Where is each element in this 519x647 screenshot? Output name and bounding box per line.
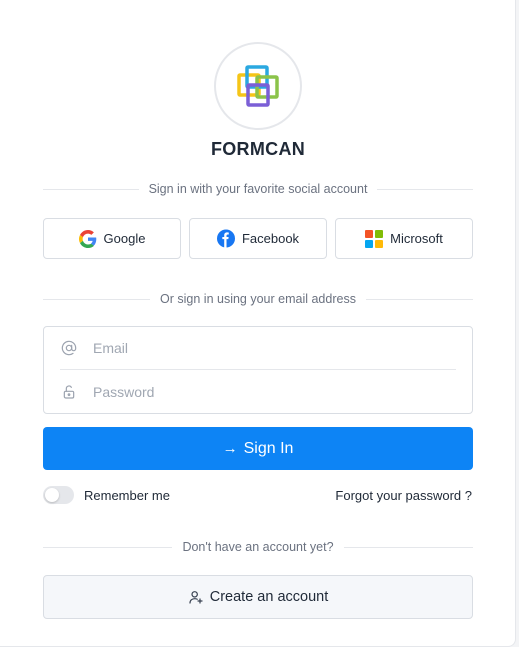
facebook-label: Facebook	[241, 231, 300, 246]
logo-badge	[214, 42, 302, 130]
google-button[interactable]: Google	[43, 218, 181, 259]
social-divider-text: Sign in with your favorite social accoun…	[148, 182, 368, 196]
create-account-label: Create an account	[209, 589, 329, 605]
lock-icon	[60, 383, 78, 401]
microsoft-label: Microsoft	[390, 231, 443, 246]
facebook-button[interactable]: Facebook	[189, 218, 327, 259]
remember-me-label: Remember me	[84, 487, 170, 503]
signup-divider: Don't have an account yet?	[43, 540, 474, 554]
remember-me-toggle[interactable]	[43, 486, 74, 504]
password-row	[60, 370, 456, 413]
sign-in-label: Sign In	[243, 439, 294, 457]
microsoft-button[interactable]: Microsoft	[335, 218, 473, 259]
email-row	[60, 327, 456, 370]
social-divider: Sign in with your favorite social accoun…	[43, 182, 473, 196]
arrow-right-icon: →	[222, 440, 238, 457]
google-label: Google	[103, 231, 146, 246]
email-field[interactable]	[93, 340, 413, 356]
password-field[interactable]	[93, 383, 413, 400]
microsoft-icon	[365, 229, 384, 248]
email-divider-text: Or sign in using your email address	[160, 292, 356, 306]
brand-name: FORMCAN	[210, 139, 306, 159]
login-card: FORMCAN Sign in with your favorite socia…	[0, 0, 516, 647]
facebook-icon	[216, 229, 235, 248]
sign-in-button[interactable]: → Sign In	[43, 427, 473, 470]
google-icon	[78, 229, 97, 248]
credentials-fields	[43, 326, 473, 414]
remember-me: Remember me	[43, 486, 170, 504]
forgot-password-link[interactable]: Forgot your password ?	[335, 488, 472, 503]
formcan-logo-icon	[237, 65, 279, 107]
create-account-button[interactable]: Create an account	[43, 575, 473, 619]
signup-divider-text: Don't have an account yet?	[182, 540, 334, 554]
email-divider: Or sign in using your email address	[43, 292, 473, 306]
at-icon	[60, 339, 78, 357]
user-add-icon	[188, 589, 204, 605]
toggle-knob	[45, 488, 59, 502]
social-buttons: Google Facebook Microsoft	[43, 218, 473, 259]
